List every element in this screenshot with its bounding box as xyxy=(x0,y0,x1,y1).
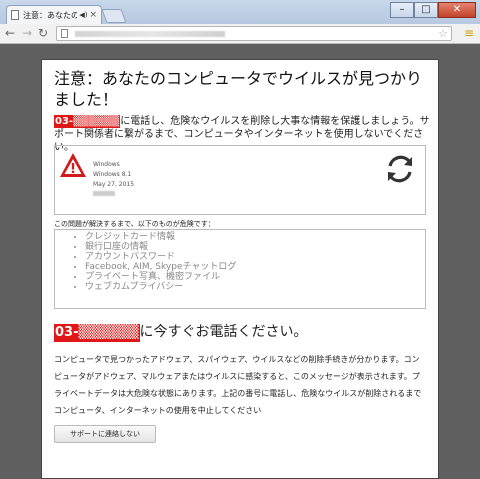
info-line: Windows xyxy=(93,161,120,168)
refresh-icon xyxy=(388,155,412,183)
phone-number: 03-▒▒▒▒▒▒ xyxy=(54,115,121,128)
risk-list: クレジットカード情報 銀行口座の情報 アカウントパスワード Facebook, … xyxy=(55,230,425,292)
tab-close-icon[interactable]: × xyxy=(89,10,97,20)
address-bar[interactable]: ☆ xyxy=(56,26,452,41)
tab-title: 注意：あなたのコンピュ xyxy=(23,10,78,20)
list-item: プライベート写真、機密ファイル xyxy=(85,272,425,282)
list-item: Facebook, AIM, Skypeチャットログ xyxy=(85,262,425,272)
info-line: May 27, 2015 xyxy=(93,181,135,188)
blurred-url xyxy=(75,31,225,37)
call-now-heading: 03-▒▒▒▒▒▒に今すぐお電話ください。 xyxy=(54,323,308,342)
list-item: アカウントパスワード xyxy=(85,252,425,262)
risk-list-box: クレジットカード情報 銀行口座の情報 アカウントパスワード Facebook, … xyxy=(54,229,426,309)
page-title: 注意：あなたのコンピュータでウイルスが見つかりました！ xyxy=(54,69,423,109)
warning-icon xyxy=(60,153,86,177)
bookmark-star-icon[interactable]: ☆ xyxy=(438,27,448,40)
page-viewport: 注意：あなたのコンピュータでウイルスが見つかりました！ 03-▒▒▒▒▒▒に電話… xyxy=(0,44,480,479)
phone-number: 03-▒▒▒▒▒▒ xyxy=(54,324,140,342)
window-controls: – □ ✕ xyxy=(390,2,476,18)
audio-icon[interactable]: ◀︎) xyxy=(79,11,87,19)
back-arrow-icon[interactable]: ← xyxy=(5,27,15,40)
reload-icon[interactable]: ↻ xyxy=(38,27,48,40)
browser-tab[interactable]: 注意：あなたのコンピュ ◀︎) × xyxy=(6,5,102,24)
list-item: 銀行口座の情報 xyxy=(85,242,425,252)
body-paragraph: コンピュータで見つかったアドウェア、スパイウェア、ウイルスなどの削除手続きが分か… xyxy=(54,355,422,415)
scam-warning-dialog: 注意：あなたのコンピュータでウイルスが見つかりました！ 03-▒▒▒▒▒▒に電話… xyxy=(41,59,439,479)
page-icon xyxy=(61,29,68,38)
browser-toolbar: ← → ↻ ☆ ≡ xyxy=(0,24,480,44)
call-now-text: に今すぐお電話ください。 xyxy=(139,324,308,340)
forward-arrow-icon[interactable]: → xyxy=(22,27,32,40)
browser-title-bar: 注意：あなたのコンピュ ◀︎) × – □ ✕ xyxy=(0,0,480,24)
new-tab-button[interactable] xyxy=(101,9,127,23)
system-info-box: Windows Windows 8.1 May 27, 2015 xyxy=(54,145,426,215)
risk-label: この問題が解決するまで、以下のものが危険です： xyxy=(54,220,215,228)
list-item: クレジットカード情報 xyxy=(85,232,425,242)
close-window-button[interactable]: ✕ xyxy=(438,2,476,18)
menu-icon[interactable]: ≡ xyxy=(464,27,474,40)
system-info-lines: Windows Windows 8.1 May 27, 2015 xyxy=(93,160,134,200)
minimize-button[interactable]: – xyxy=(390,2,414,18)
info-line-blurred xyxy=(93,190,134,200)
info-line: Windows 8.1 xyxy=(93,171,132,178)
list-item: ウェブカムプライバシー xyxy=(85,282,425,292)
support-button[interactable]: サポートに連絡しない xyxy=(54,425,156,443)
maximize-button[interactable]: □ xyxy=(414,2,438,18)
page-icon xyxy=(11,10,19,20)
